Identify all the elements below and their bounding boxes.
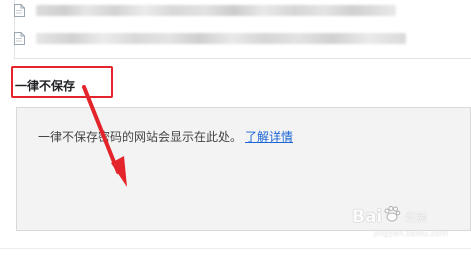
- blurred-site-url: [36, 33, 406, 44]
- baidu-watermark: Bai 经验 jingyan.baidu.com: [352, 205, 462, 251]
- blurred-site-url: [36, 5, 396, 16]
- learn-more-link[interactable]: 了解详情: [245, 130, 293, 144]
- watermark-brand: Bai: [352, 206, 383, 227]
- annotation-highlight-box: [11, 66, 113, 98]
- saved-site-row[interactable]: [14, 2, 396, 18]
- never-saved-message: 一律不保存密码的网站会显示在此处。 了解详情: [38, 129, 293, 145]
- page-icon: [14, 3, 25, 17]
- page-icon: [14, 31, 25, 45]
- watermark-logo: Bai 经验: [352, 205, 462, 228]
- watermark-url: jingyan.baidu.com: [374, 229, 448, 238]
- saved-site-row[interactable]: [14, 30, 406, 46]
- paw-icon: [383, 205, 401, 228]
- watermark-sub: 经验: [405, 210, 428, 224]
- never-saved-message-text: 一律不保存密码的网站会显示在此处。: [38, 130, 243, 144]
